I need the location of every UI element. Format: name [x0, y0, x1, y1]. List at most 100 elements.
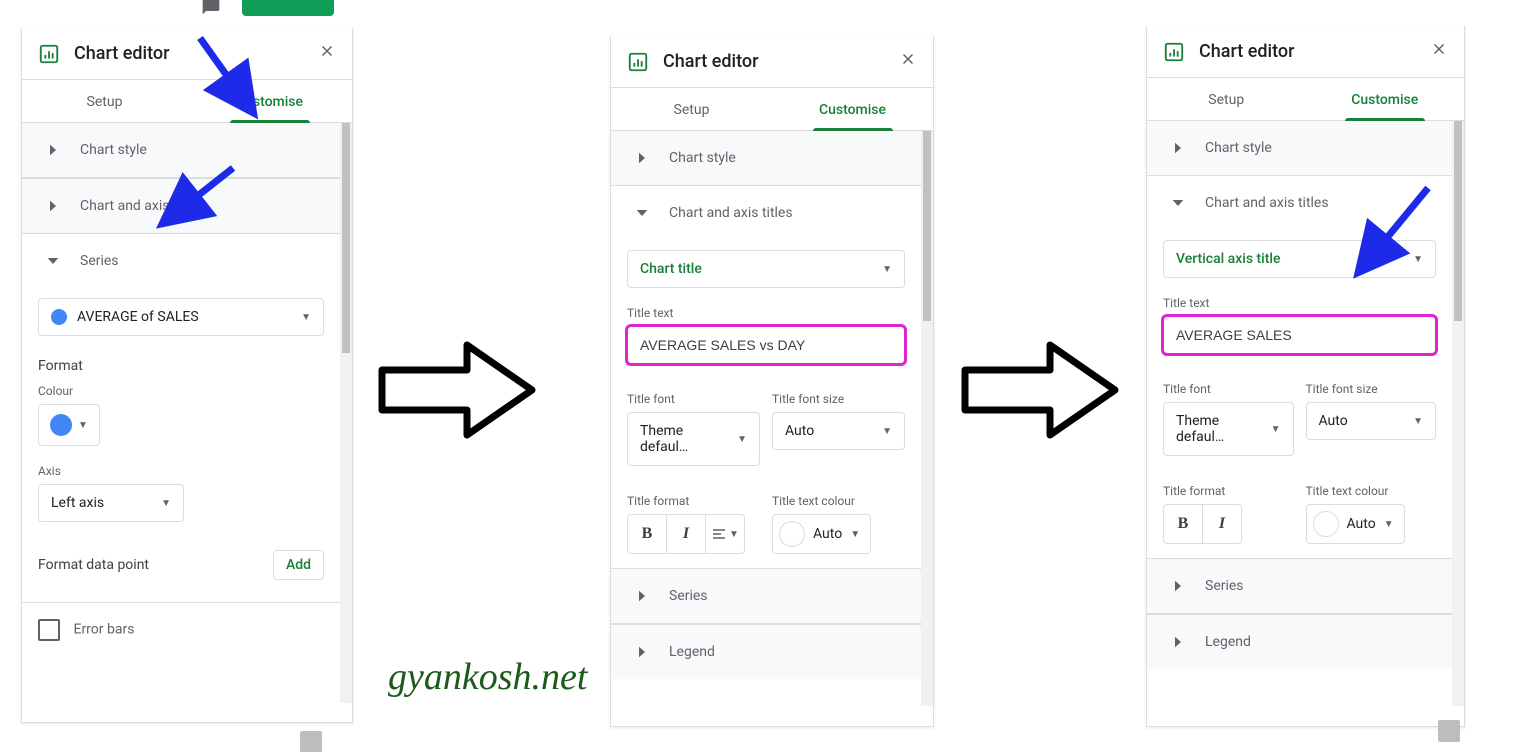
title-text-input[interactable] — [627, 326, 905, 364]
panel-header: Chart editor — [1147, 26, 1464, 78]
error-bars-checkbox[interactable] — [38, 619, 60, 641]
flow-arrow-icon — [955, 330, 1125, 450]
chart-editor-panel-3: Chart editor Setup Customise Chart style… — [1146, 26, 1465, 727]
title-text-input[interactable] — [1163, 316, 1436, 354]
caret-down-icon: ▼ — [1413, 254, 1423, 265]
close-icon[interactable] — [899, 50, 917, 73]
format-data-point-label: Format data point — [38, 557, 149, 573]
scroll-area: Chart style Chart and axis titles Vertic… — [1147, 121, 1464, 706]
scroll-down-button[interactable] — [1438, 720, 1460, 742]
section-chart-axis-titles[interactable]: Chart and axis titles — [1147, 176, 1452, 230]
scrollbar[interactable] — [1452, 121, 1464, 706]
title-font-size-select[interactable]: Auto ▼ — [772, 412, 905, 450]
section-label: Chart style — [80, 142, 147, 158]
tab-bar: Setup Customise — [1147, 78, 1464, 121]
scrollbar[interactable] — [921, 131, 933, 706]
close-icon[interactable] — [1430, 40, 1448, 63]
scrollbar[interactable] — [340, 123, 352, 703]
title-font-select[interactable]: Theme defaul… ▼ — [1163, 402, 1294, 456]
chevron-down-icon — [44, 252, 62, 270]
chevron-down-icon — [1169, 194, 1187, 212]
series-body: AVERAGE of SALES ▼ Format Colour ▼ Axis … — [22, 288, 340, 655]
title-font-select[interactable]: Theme defaul… ▼ — [627, 412, 760, 466]
chart-editor-panel-2: Chart editor Setup Customise Chart style… — [610, 36, 934, 727]
section-chart-axis-titles[interactable]: Chart and axis titles — [611, 186, 921, 240]
section-chart-style[interactable]: Chart style — [1147, 121, 1452, 176]
title-font-value: Theme defaul… — [640, 423, 727, 455]
axis-select[interactable]: Left axis ▼ — [38, 484, 184, 522]
caret-down-icon: ▼ — [78, 420, 88, 431]
chevron-right-icon — [1169, 139, 1187, 157]
colour-label: Colour — [38, 384, 324, 398]
tab-setup[interactable]: Setup — [22, 80, 187, 122]
section-label: Series — [669, 588, 708, 604]
title-colour-value: Auto — [813, 526, 842, 542]
error-bars-label: Error bars — [73, 622, 134, 638]
title-colour-picker[interactable]: Auto ▼ — [1306, 504, 1405, 544]
caret-down-icon: ▼ — [737, 434, 747, 445]
add-button[interactable]: Add — [273, 550, 324, 580]
chart-icon — [38, 43, 60, 65]
scrollbar-thumb[interactable] — [1454, 121, 1462, 321]
scroll-area: Chart style Chart and axis titles Chart … — [611, 131, 933, 706]
section-chart-style[interactable]: Chart style — [22, 123, 340, 178]
chevron-right-icon — [1169, 577, 1187, 595]
title-font-size-value: Auto — [785, 423, 814, 439]
title-font-label: Title font — [1163, 382, 1294, 396]
close-icon[interactable] — [318, 42, 336, 65]
comment-icon — [200, 0, 222, 20]
series-colour-dot — [51, 309, 67, 325]
colour-picker[interactable]: ▼ — [38, 404, 100, 446]
title-type-select[interactable]: Vertical axis title ▼ — [1163, 240, 1436, 278]
section-legend[interactable]: Legend — [1147, 614, 1452, 669]
italic-button[interactable]: I — [1203, 505, 1241, 543]
title-type-value: Vertical axis title — [1176, 251, 1280, 267]
italic-button[interactable]: I — [667, 515, 706, 553]
scroll-down-button[interactable] — [300, 731, 322, 752]
chart-editor-panel-1: Chart editor Setup Customise Chart style — [21, 28, 353, 723]
tab-customise[interactable]: Customise — [1306, 78, 1465, 120]
section-legend[interactable]: Legend — [611, 624, 921, 679]
flow-arrow-icon — [372, 330, 542, 450]
series-select[interactable]: AVERAGE of SALES ▼ — [38, 298, 324, 336]
chevron-right-icon — [633, 643, 651, 661]
bold-button[interactable]: B — [1164, 505, 1203, 543]
title-colour-picker[interactable]: Auto ▼ — [772, 514, 871, 554]
tab-setup[interactable]: Setup — [611, 88, 772, 130]
section-series[interactable]: Series — [611, 568, 921, 624]
section-chart-axis-titles[interactable]: Chart and axis titles — [22, 178, 340, 234]
tab-bar: Setup Customise — [611, 88, 933, 131]
title-font-label: Title font — [627, 392, 760, 406]
axis-value: Left axis — [51, 495, 104, 511]
title-font-size-value: Auto — [1319, 413, 1348, 429]
title-text-label: Title text — [1163, 296, 1436, 310]
scrollbar-thumb[interactable] — [923, 131, 931, 321]
section-chart-style[interactable]: Chart style — [611, 131, 921, 186]
tab-setup[interactable]: Setup — [1147, 78, 1306, 120]
chevron-right-icon — [633, 587, 651, 605]
title-type-select[interactable]: Chart title ▼ — [627, 250, 905, 288]
section-series[interactable]: Series — [1147, 558, 1452, 614]
scrollbar-thumb[interactable] — [342, 123, 350, 353]
title-format-label: Title format — [1163, 484, 1294, 498]
align-button[interactable]: ▼ — [706, 515, 744, 553]
title-font-size-select[interactable]: Auto ▼ — [1306, 402, 1437, 440]
colour-swatch — [779, 521, 805, 547]
caret-down-icon: ▼ — [301, 312, 311, 323]
panel-title: Chart editor — [663, 51, 758, 72]
panel-header: Chart editor — [22, 28, 352, 80]
toolbar-share-remnant — [242, 0, 334, 16]
section-label: Chart and axis titles — [669, 205, 793, 221]
tab-bar: Setup Customise — [22, 80, 352, 123]
tab-customise[interactable]: Customise — [772, 88, 933, 130]
title-font-size-label: Title font size — [1306, 382, 1437, 396]
section-series[interactable]: Series — [22, 234, 340, 288]
caret-down-icon: ▼ — [161, 498, 171, 509]
bold-button[interactable]: B — [628, 515, 667, 553]
title-colour-label: Title text colour — [1306, 484, 1437, 498]
watermark: gyankosh.net — [388, 655, 587, 699]
tab-customise[interactable]: Customise — [187, 80, 352, 122]
section-label: Legend — [669, 644, 715, 660]
colour-dot — [50, 414, 72, 436]
chevron-right-icon — [44, 197, 62, 215]
